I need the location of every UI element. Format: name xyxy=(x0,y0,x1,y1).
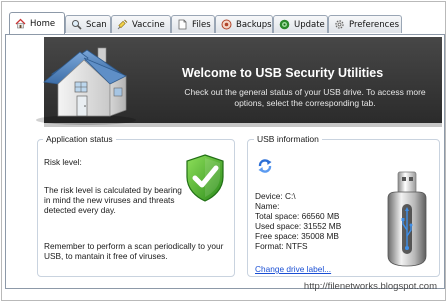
tab-preferences[interactable]: Preferences xyxy=(328,15,402,33)
tab-backups[interactable]: Backups xyxy=(215,15,273,33)
risk-level-label: Risk level: xyxy=(44,157,82,167)
application-status-panel: Application status Risk level: The risk … xyxy=(37,134,235,277)
format-value: Format: NTFS xyxy=(255,241,308,251)
usb-drive-icon xyxy=(387,171,427,267)
backup-icon xyxy=(221,19,232,30)
shield-check-icon xyxy=(186,154,224,202)
usb-information-title: USB information xyxy=(254,134,322,144)
magnifier-icon xyxy=(71,19,82,30)
tab-label: Preferences xyxy=(349,19,399,30)
used-space-value: Used space: 31552 MB xyxy=(255,221,342,231)
refresh-icon[interactable] xyxy=(257,158,273,174)
total-space-value: Total space: 66560 MB xyxy=(255,211,340,221)
tab-label: Vaccine xyxy=(132,19,165,30)
tab-files[interactable]: Files xyxy=(171,15,215,33)
tab-label: Files xyxy=(192,19,211,30)
usb-information-panel: USB information Device: C:\ Name: Total … xyxy=(247,134,440,277)
welcome-description: Check out the general status of your USB… xyxy=(184,87,426,108)
tab-update[interactable]: Update xyxy=(273,15,328,33)
free-space-value: Free space: 35008 MB xyxy=(255,231,339,241)
house-illustration xyxy=(36,47,136,125)
syringe-icon xyxy=(117,19,128,30)
watermark-url: http://filenetworks.blogspot.com xyxy=(303,281,437,292)
tab-label: Home xyxy=(30,18,56,29)
drive-name-value: Name: xyxy=(255,201,280,211)
home-content: Welcome to USB Security Utilities Check … xyxy=(5,34,445,289)
tab-bar: Home Scan Vaccine Files Backups Update P… xyxy=(5,12,445,34)
update-icon xyxy=(279,19,290,30)
app-window: Home Scan Vaccine Files Backups Update P… xyxy=(1,1,446,301)
tab-vaccine[interactable]: Vaccine xyxy=(111,15,171,33)
application-status-title: Application status xyxy=(43,134,116,144)
change-drive-label-link[interactable]: Change drive label... xyxy=(255,264,331,274)
home-icon xyxy=(15,18,26,29)
device-value: Device: C:\ xyxy=(255,191,296,201)
welcome-title: Welcome to USB Security Utilities xyxy=(182,66,384,80)
gear-icon xyxy=(334,19,345,30)
tab-label: Backups xyxy=(236,19,272,30)
tab-label: Update xyxy=(294,19,325,30)
risk-level-description: The risk level is calculated by bearing … xyxy=(44,185,182,215)
scan-reminder-text: Remember to perform a scan periodically … xyxy=(44,241,224,261)
file-icon xyxy=(177,19,188,30)
tab-label: Scan xyxy=(86,19,107,30)
tab-scan[interactable]: Scan xyxy=(65,15,111,33)
tab-home[interactable]: Home xyxy=(9,12,65,34)
